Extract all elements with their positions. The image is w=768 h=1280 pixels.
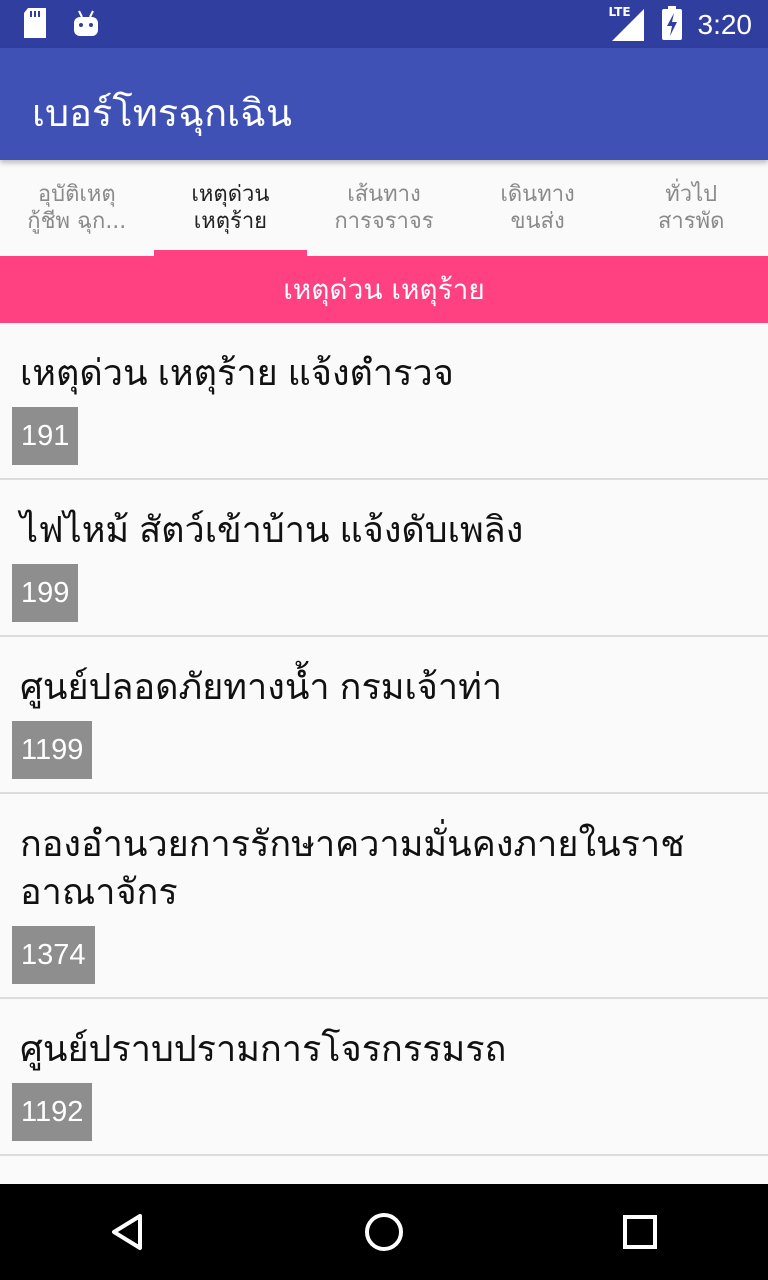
phone-number-badge: 1192 <box>12 1083 93 1141</box>
tab-traffic[interactable]: เส้นทาง การจราจร <box>307 160 461 256</box>
tab-label-line2: สารพัด <box>657 209 725 234</box>
recents-button[interactable] <box>592 1184 688 1280</box>
network-type-label: LTE <box>607 5 632 19</box>
list-item[interactable]: ไฟไหม้ สัตว์เข้าบ้าน แจ้งดับเพลิง 199 <box>0 480 768 637</box>
tab-label-line1: เหตุด่วน <box>191 182 270 207</box>
list-item[interactable]: ศูนย์ปลอดภัยทางน้ำ กรมเจ้าท่า 1199 <box>0 637 768 794</box>
back-triangle-icon <box>112 1214 142 1250</box>
tab-transport[interactable]: เดินทาง ขนส่ง <box>461 160 615 256</box>
tab-label-line2: กู้ชีพ ฉุก... <box>27 209 127 234</box>
tab-label-line1: เดินทาง <box>500 182 575 207</box>
phone-number-badge: 1199 <box>12 721 93 779</box>
section-header: เหตุด่วน เหตุร้าย <box>0 256 768 323</box>
battery-charging-icon <box>661 6 682 44</box>
signal-icon: LTE <box>607 5 646 43</box>
item-title: ไฟไหม้ สัตว์เข้าบ้าน แจ้งดับเพลิง <box>20 509 524 550</box>
phone-number-badge: 191 <box>12 407 79 465</box>
item-title: กองอำนวยการรักษาความมั่นคงภายในราชอาณาจั… <box>20 823 685 912</box>
list-item[interactable]: ศูนย์ปราบปรามการโจรกรรมรถ 1192 <box>0 999 768 1156</box>
system-nav-bar <box>0 1184 768 1280</box>
app-title: เบอร์โทรฉุกเฉิน <box>32 93 292 135</box>
home-circle-icon <box>365 1213 403 1251</box>
phone-number-badge: 199 <box>12 564 79 622</box>
tab-label-line1: เส้นทาง <box>347 182 421 207</box>
phone-number-badge: 1374 <box>12 926 95 984</box>
tab-general[interactable]: ทั่วไป สารพัด <box>614 160 768 256</box>
tab-emergency[interactable]: เหตุด่วน เหตุร้าย <box>153 160 308 256</box>
tab-label-line2: เหตุร้าย <box>193 209 268 234</box>
item-title: ศูนย์ปลอดภัยทางน้ำ กรมเจ้าท่า <box>20 666 503 707</box>
status-time: 3:20 <box>697 9 753 40</box>
contact-list: เหตุด่วน เหตุร้าย แจ้งตำรวจ 191 ไฟไหม้ ส… <box>0 323 768 1156</box>
tab-label-line1: อุบัติเหตุ <box>37 182 116 207</box>
list-item[interactable]: เหตุด่วน เหตุร้าย แจ้งตำรวจ 191 <box>0 323 768 480</box>
home-button[interactable] <box>336 1184 432 1280</box>
tab-label-line2: การจราจร <box>334 209 434 234</box>
tab-label-line1: ทั่วไป <box>665 182 718 207</box>
item-title: ศูนย์ปราบปรามการโจรกรรมรถ <box>20 1028 507 1069</box>
back-button[interactable] <box>80 1184 176 1280</box>
list-item[interactable]: กองอำนวยการรักษาความมั่นคงภายในราชอาณาจั… <box>0 794 768 999</box>
app-bar: เบอร์โทรฉุกเฉิน <box>0 48 768 160</box>
tab-label-line2: ขนส่ง <box>510 209 565 234</box>
sd-card-icon <box>22 8 48 42</box>
android-icon <box>72 8 100 42</box>
tab-accident[interactable]: อุบัติเหตุ กู้ชีพ ฉุก... <box>0 160 154 256</box>
item-title: เหตุด่วน เหตุร้าย แจ้งตำรวจ <box>20 352 454 393</box>
tab-bar: อุบัติเหตุ กู้ชีพ ฉุก... เหตุด่วน เหตุร้… <box>0 160 768 256</box>
status-bar: LTE 3:20 <box>0 0 768 48</box>
recents-square-icon <box>623 1215 657 1249</box>
